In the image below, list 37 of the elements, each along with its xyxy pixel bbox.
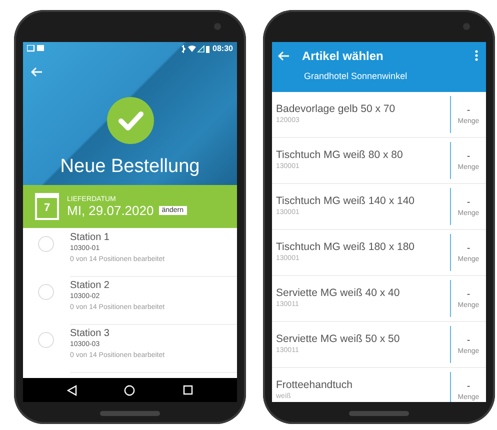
- status-time: 08:30: [212, 44, 233, 53]
- checkmark-icon: [106, 97, 154, 144]
- more-menu-icon[interactable]: [475, 50, 478, 61]
- station-name: Station 1: [70, 232, 110, 243]
- radio-button[interactable]: [38, 284, 54, 300]
- home-icon[interactable]: [124, 384, 136, 396]
- quantity-value[interactable]: -: [466, 196, 470, 208]
- back-arrow-icon[interactable]: [31, 67, 43, 77]
- article-name: Tischtuch MG weiß 80 x 80: [276, 149, 403, 161]
- station-name: Station 2: [70, 280, 110, 291]
- notification-icons: [27, 45, 45, 52]
- page-title: Neue Bestellung: [60, 156, 200, 178]
- status-icons: [180, 44, 210, 52]
- article-name: Badevorlage gelb 50 x 70: [276, 103, 396, 115]
- calendar-icon: 7: [35, 193, 59, 220]
- recents-icon[interactable]: [183, 385, 194, 395]
- radio-button[interactable]: [38, 332, 54, 348]
- article-name: Serviette MG weiß 50 x 50: [276, 333, 400, 345]
- quantity-value[interactable]: -: [466, 104, 470, 116]
- article-name: Frotteehandtuch: [276, 379, 352, 391]
- screen-title: Artikel wählen: [302, 48, 384, 62]
- back-icon[interactable]: [66, 384, 77, 396]
- radio-button[interactable]: [38, 236, 54, 252]
- quantity-value[interactable]: -: [466, 380, 470, 392]
- article-name: Serviette MG weiß 40 x 40: [276, 287, 400, 299]
- speaker-grille: [349, 410, 409, 416]
- hotel-name: Grandhotel Sonnenwinkel: [304, 71, 408, 81]
- quantity-value[interactable]: -: [466, 334, 470, 346]
- speaker-grille: [100, 410, 160, 416]
- quantity-value[interactable]: -: [466, 150, 470, 162]
- quantity-value[interactable]: -: [466, 242, 470, 254]
- delivery-date: MI, 29.07.2020: [67, 202, 154, 218]
- station-name: Station 3: [70, 328, 110, 339]
- article-name: Tischtuch MG weiß 140 x 140: [276, 195, 414, 207]
- article-name: Tischtuch MG weiß 180 x 180: [276, 241, 414, 253]
- back-arrow-icon[interactable]: [278, 50, 290, 60]
- quantity-value[interactable]: -: [466, 288, 470, 300]
